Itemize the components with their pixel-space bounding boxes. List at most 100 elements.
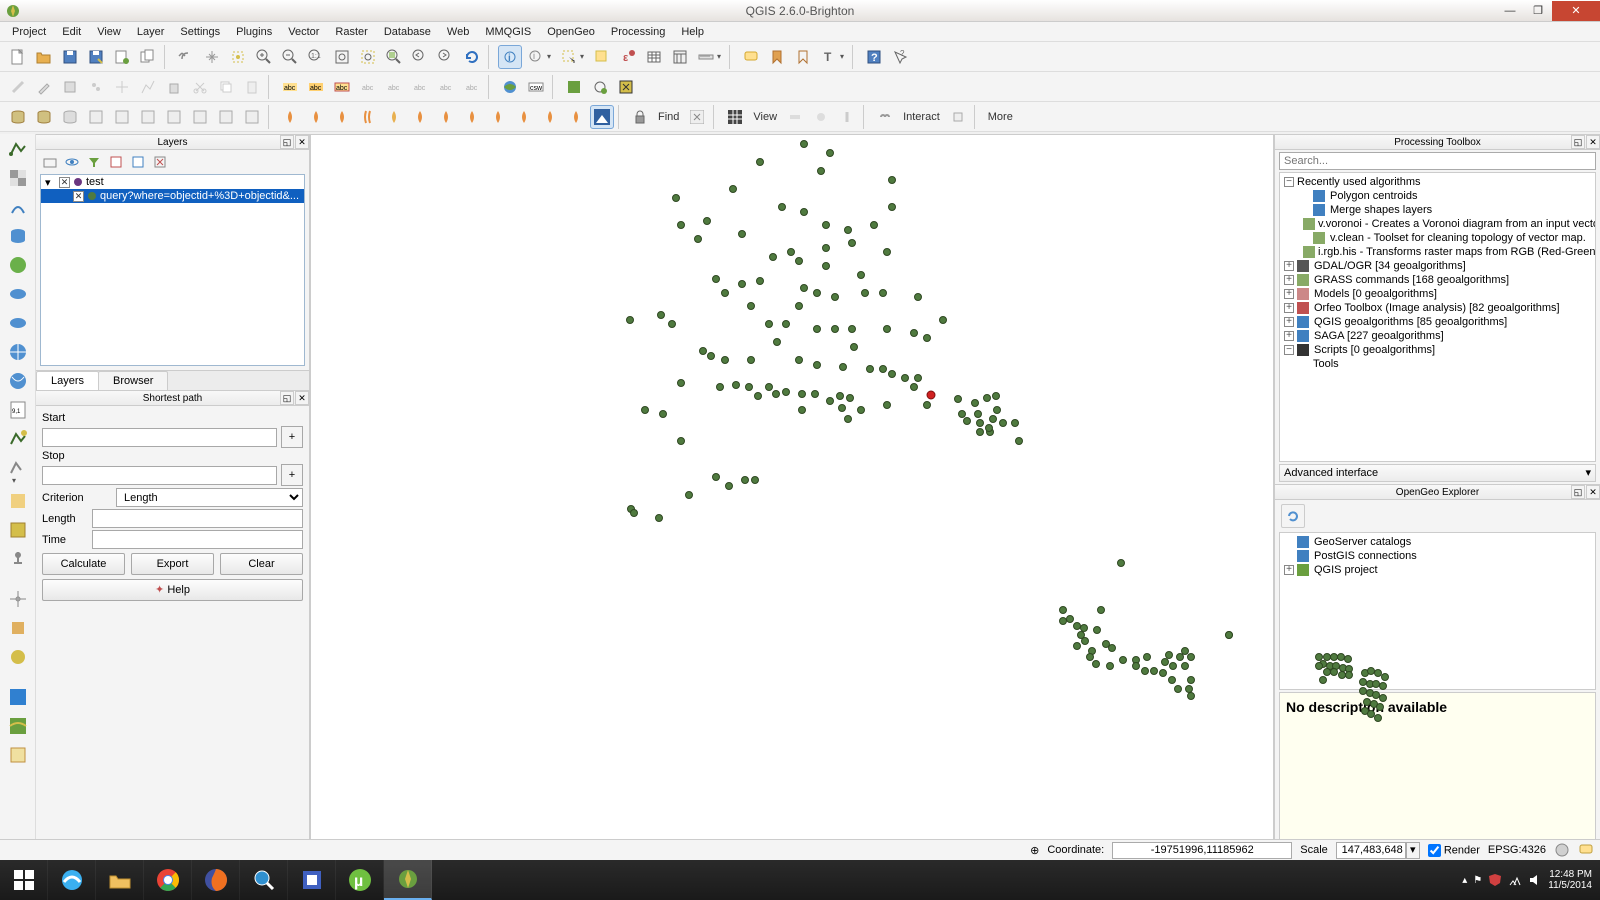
zoom-to-selection-icon[interactable] [356,45,380,69]
firefox-taskbar-icon[interactable] [192,860,240,900]
save-as-icon[interactable] [84,45,108,69]
label-layer-icon[interactable]: abc [304,75,328,99]
expand-all-icon[interactable] [108,154,124,170]
db-icon-3[interactable] [58,105,82,129]
menu-opengeo[interactable]: OpenGeo [539,24,603,40]
pan-icon[interactable] [200,45,224,69]
gps-icon[interactable] [5,546,31,572]
composer-manager-icon[interactable] [136,45,160,69]
refresh-icon[interactable] [460,45,484,69]
manage-layers-icon[interactable] [5,517,31,543]
flame-icon-8[interactable] [460,105,484,129]
processing-tree[interactable]: −Recently used algorithmsPolygon centroi… [1279,172,1596,462]
select-by-expression-icon[interactable] [590,45,614,69]
sp-export-button[interactable]: Export [131,553,214,575]
add-vector-layer-icon[interactable] [5,136,31,162]
current-edits-icon[interactable] [6,75,30,99]
db-icon-6[interactable] [136,105,160,129]
manage-visibility-icon[interactable] [64,154,80,170]
tray-clock[interactable]: 12:48 PM11/5/2014 [1548,869,1592,891]
copy-features-icon[interactable] [214,75,238,99]
identify-icon[interactable]: i [498,45,522,69]
flame-icon-10[interactable] [512,105,536,129]
pan-to-selection-icon[interactable] [226,45,250,69]
menu-processing[interactable]: Processing [603,24,673,40]
sp-help-button[interactable]: ✦ Help [42,579,303,601]
epsg-label[interactable]: EPSG:4326 [1488,844,1546,856]
tree-node[interactable]: i.rgb.his - Transforms raster maps from … [1280,245,1595,259]
select-features-icon[interactable] [557,45,581,69]
toggle-editing-icon[interactable] [32,75,56,99]
view-1-icon[interactable] [783,105,807,129]
new-shapefile-icon[interactable] [5,426,31,452]
tree-node[interactable]: +QGIS project [1280,563,1595,577]
new-bookmark-icon[interactable] [765,45,789,69]
label-pin-icon[interactable]: abc [356,75,380,99]
pt-close-button[interactable]: ✕ [1586,135,1600,149]
tree-node[interactable]: GeoServer catalogs [1280,535,1595,549]
field-calculator-icon[interactable] [668,45,692,69]
layers-list[interactable]: ▾✕test✕query?where=objectid+%3D+objectid… [40,174,305,366]
tree-node[interactable]: Tools [1280,357,1595,371]
flame-icon-5[interactable] [382,105,406,129]
add-raster-layer-icon[interactable] [5,165,31,191]
tree-node[interactable]: +SAGA [227 geoalgorithms] [1280,329,1595,343]
flame-icon-6[interactable] [408,105,432,129]
map-tips-icon[interactable] [739,45,763,69]
sp-start-pick-button[interactable]: + [281,426,303,448]
tree-node[interactable]: Polygon centroids [1280,189,1595,203]
lock-icon[interactable] [628,105,652,129]
close-button[interactable]: ✕ [1552,1,1600,21]
chrome-taskbar-icon[interactable] [144,860,192,900]
og-dock-button[interactable]: ◱ [1571,485,1585,499]
tree-node[interactable]: +Models [0 geoalgorithms] [1280,287,1595,301]
sp-start-input[interactable] [42,428,277,447]
opengeo-icon[interactable] [562,75,586,99]
scale-drop-button[interactable]: ▾ [1406,842,1420,859]
app-taskbar-icon[interactable] [288,860,336,900]
show-bookmarks-icon[interactable] [791,45,815,69]
metasearch-icon[interactable] [498,75,522,99]
zoom-to-layer-icon[interactable] [382,45,406,69]
plugin-a-icon[interactable] [5,615,31,641]
menu-database[interactable]: Database [376,24,439,40]
flame-icon-1[interactable] [278,105,302,129]
processing-search-input[interactable] [1279,152,1596,170]
flame-icon-9[interactable] [486,105,510,129]
add-wms-icon[interactable] [5,252,31,278]
zoom-last-icon[interactable] [408,45,432,69]
tree-node[interactable]: Merge shapes layers [1280,203,1595,217]
link-icon[interactable] [873,105,897,129]
delete-selected-icon[interactable] [162,75,186,99]
filter-legend-icon[interactable] [86,154,102,170]
db-icon-8[interactable] [188,105,212,129]
sp-clear-button[interactable]: Clear [220,553,303,575]
render-checkbox[interactable]: Render [1428,844,1480,857]
tree-node[interactable]: +GRASS commands [168 geoalgorithms] [1280,273,1595,287]
explorer-taskbar-icon[interactable] [96,860,144,900]
layers-close-button[interactable]: ✕ [295,135,309,149]
menu-vector[interactable]: Vector [280,24,327,40]
save-layer-edits-icon[interactable] [58,75,82,99]
qgis-taskbar-icon[interactable] [384,860,432,900]
flame-icon-11[interactable] [538,105,562,129]
pt-dock-button[interactable]: ◱ [1571,135,1585,149]
db-icon-10[interactable] [240,105,264,129]
menu-help[interactable]: Help [673,24,712,40]
csw-icon[interactable]: csw [524,75,548,99]
deselect-all-icon[interactable]: ε [616,45,640,69]
tray-shield-icon[interactable] [1488,873,1502,887]
label-highlight-icon[interactable]: abc [330,75,354,99]
interact-1-icon[interactable] [946,105,970,129]
flame-icon-2[interactable] [304,105,328,129]
view-2-icon[interactable] [809,105,833,129]
tray-network-icon[interactable] [1508,873,1522,887]
flame-icon-12[interactable] [564,105,588,129]
ie-taskbar-icon[interactable] [48,860,96,900]
db-icon-9[interactable] [214,105,238,129]
label-rotate-icon[interactable]: abc [434,75,458,99]
tree-node[interactable]: +Orfeo Toolbox (Image analysis) [82 geoa… [1280,301,1595,315]
plugin-c-icon[interactable] [5,684,31,710]
tree-node[interactable]: −Recently used algorithms [1280,175,1595,189]
open-attribute-table-icon[interactable] [642,45,666,69]
